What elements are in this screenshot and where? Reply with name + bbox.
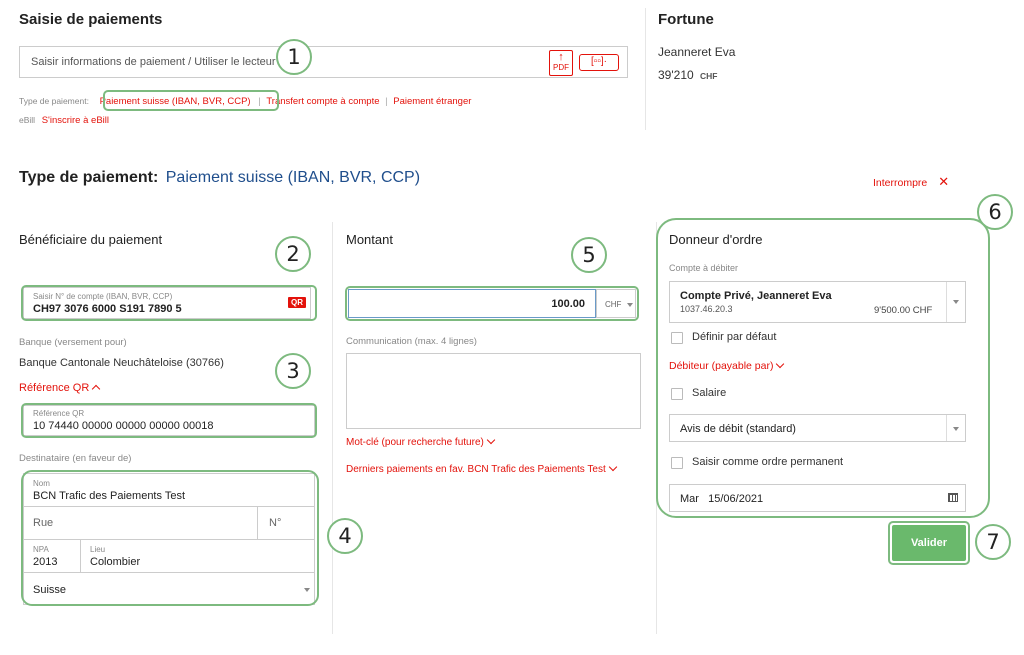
payment-type-sep: | (385, 96, 388, 107)
callout-6: 6 (977, 194, 1013, 230)
qr-reference-toggle-label: Référence QR (19, 382, 90, 394)
bank-value: Banque Cantonale Neuchâteloise (30766) (19, 357, 224, 369)
ebill-row: eBill S'inscrire à eBill (19, 115, 109, 126)
abort-label: Interrompre (873, 177, 928, 189)
payment-type-transfer[interactable]: Transfert compte à compte (266, 96, 379, 107)
payment-type-heading: Type de paiement: Paiement suisse (IBAN,… (19, 169, 420, 187)
fortune-amount-value: 39'210 (658, 68, 694, 82)
qr-scanner-icon[interactable]: [▫▫]· (579, 54, 619, 71)
highlight-swiss-payment (103, 90, 279, 111)
amount-heading: Montant (346, 232, 393, 247)
close-icon[interactable]: ✕ (938, 174, 949, 189)
qr-reference-toggle[interactable]: Référence QR (19, 382, 101, 394)
payment-type-label: Type de paiement: (19, 96, 89, 106)
chevron-down-icon (486, 435, 496, 445)
keyword-link[interactable]: Mot-clé (pour recherche future) (346, 435, 496, 448)
bank-label: Banque (versement pour) (19, 337, 127, 348)
beneficiary-heading: Bénéficiaire du paiement (19, 232, 163, 247)
pdf-upload-icon[interactable]: ↑ PDF (549, 50, 573, 76)
highlight-recipient (21, 470, 319, 606)
highlight-amount (345, 286, 639, 321)
fortune-owner: Jeanneret Eva (658, 45, 736, 59)
recipient-label: Destinataire (en faveur de) (19, 453, 132, 464)
highlight-orderer (656, 218, 990, 518)
last-payments-label: Derniers paiements en fav. BCN Trafic de… (346, 464, 606, 475)
payment-type-foreign[interactable]: Paiement étranger (393, 96, 471, 107)
callout-2: 2 (275, 236, 311, 272)
callout-4: 4 (327, 518, 363, 554)
callout-1: 1 (276, 39, 312, 75)
callout-5: 5 (571, 237, 607, 273)
ebill-label: eBill (19, 115, 36, 125)
keyword-link-label: Mot-clé (pour recherche future) (346, 437, 484, 448)
last-payments-link[interactable]: Derniers paiements en fav. BCN Trafic de… (346, 462, 617, 475)
fortune-amount: 39'210 CHF (658, 68, 718, 82)
fortune-title: Fortune (658, 11, 714, 28)
callout-3: 3 (275, 353, 311, 389)
callout-7: 7 (975, 524, 1011, 560)
payment-info-input[interactable]: Saisir informations de paiement / Utilis… (19, 46, 628, 78)
communication-textarea[interactable] (346, 353, 641, 429)
chevron-down-icon (608, 462, 617, 472)
column-divider (332, 222, 333, 634)
highlight-submit (888, 521, 970, 565)
highlight-qr-reference (21, 403, 317, 438)
top-divider (645, 8, 646, 130)
communication-label: Communication (max. 4 lignes) (346, 336, 477, 347)
payment-info-placeholder: Saisir informations de paiement / Utilis… (31, 56, 291, 68)
payment-entry-title: Saisie de paiements (19, 11, 163, 28)
payment-type-heading-value: Paiement suisse (IBAN, BVR, CCP) (165, 169, 421, 186)
fortune-currency: CHF (700, 71, 718, 81)
highlight-account-number (21, 285, 317, 321)
payment-type-heading-label: Type de paiement: (19, 169, 159, 186)
abort-button[interactable]: Interrompre ✕ (873, 174, 949, 190)
chevron-up-icon (92, 384, 101, 394)
ebill-register-link[interactable]: S'inscrire à eBill (42, 115, 109, 126)
